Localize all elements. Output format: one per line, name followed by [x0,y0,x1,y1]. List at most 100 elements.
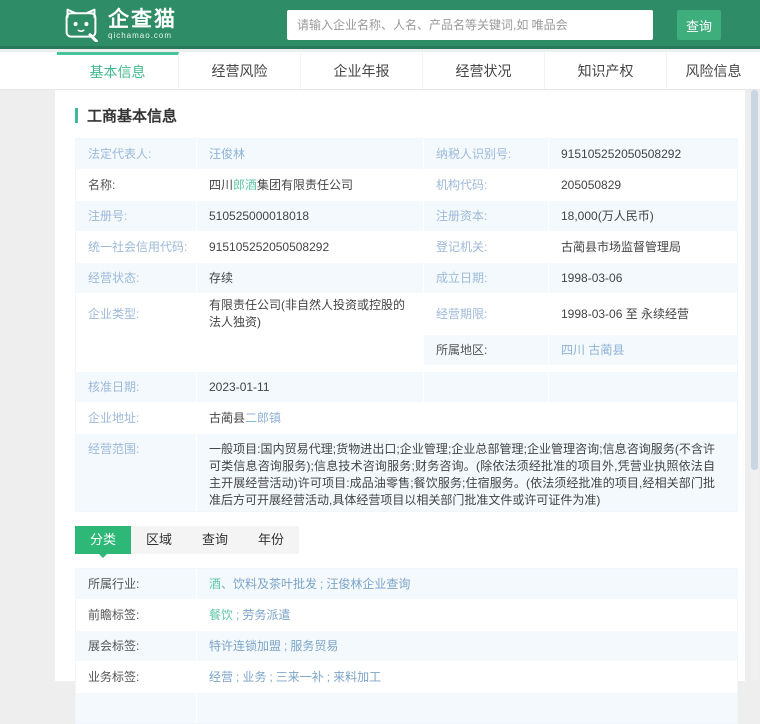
tab-basic-info[interactable]: 基本信息 [57,52,180,89]
industry-link[interactable]: 、饮料及茶叶批发 [221,576,317,593]
business-tag-link[interactable]: 经营 [209,669,233,686]
search-input[interactable] [287,10,653,40]
address-text: 古蔺县 [209,410,246,425]
subtab-query[interactable]: 查询 [187,526,243,554]
title-accent-bar [75,108,78,123]
company-name-prefix: 四川 [209,177,234,192]
business-tag-link[interactable]: 三来一补 [276,669,324,686]
tab-annual-report[interactable]: 企业年报 [301,52,424,89]
label-org-code: 机构代码: [424,170,548,200]
search-bar: 查询 [287,10,721,40]
empty-cell [549,372,737,402]
subtab-region[interactable]: 区域 [131,526,187,554]
value-foresight-tags: 餐饮; 劳务派遣 [197,600,737,630]
label-exhibition-tags: 展会标签: [76,631,196,661]
tab-risk-info[interactable]: 风险信息 [667,52,760,89]
tag-filter-tabs: 分类 区域 查询 年份 [75,526,300,558]
clipped-row-value [197,693,737,723]
label-registration-number: 注册号: [76,201,196,231]
value-company-type: 有限责任公司(非自然人投资或控股的法人独资) [197,294,423,334]
value-establish-date: 1998-03-06 [549,263,737,293]
value-taxpayer-id: 915105252050508292 [549,139,737,169]
vertical-scrollbar[interactable] [751,90,758,681]
company-name-keyword: 郎酒 [233,177,258,192]
value-registered-capital: 18,000(万人民币) [549,201,737,231]
value-company-name: 四川 郎酒 集团有限责任公司 [197,170,423,200]
subtab-year[interactable]: 年份 [243,526,299,554]
tab-operating-status[interactable]: 经营状况 [423,52,546,89]
scrollbar-thumb[interactable] [751,90,758,470]
separator: ; [236,669,240,684]
clipped-row-label [76,693,196,723]
app-header: 企查猫 qichamao.com 查询 [0,0,760,49]
label-taxpayer-id: 纳税人识别号: [424,139,548,169]
foresight-tag-link[interactable]: 劳务派遣 [242,607,290,624]
label-legal-representative: 法定代表人: [76,139,196,169]
empty-cell [76,335,196,365]
section-title-text: 工商基本信息 [87,108,178,125]
label-registered-capital: 注册资本: [424,201,548,231]
logo[interactable]: 企查猫 qichamao.com [62,6,177,42]
section-title: 工商基本信息 [75,105,745,126]
empty-cell [197,335,423,365]
value-business-tags: 经营; 业务; 三来一补; 来料加工 [197,662,737,692]
subtab-query-label: 查询 [202,532,229,547]
tab-intellectual-property[interactable]: 知识产权 [545,52,668,89]
active-subtab-caret-icon [99,554,107,558]
industry-person-link[interactable]: 汪俊林企业查询 [326,576,410,593]
separator: ; [326,669,331,684]
value-registration-number: 510525000018018 [197,201,423,231]
value-exhibition-tags: 特许连锁加盟; 服务贸易 [197,631,737,661]
exhibition-tag-link[interactable]: 服务贸易 [290,638,338,655]
value-operating-status: 存续 [197,263,423,293]
business-info-table: 法定代表人: 汪俊林 纳税人识别号: 915105252050508292 名称… [75,138,738,512]
tag-table: 所属行业: 酒、饮料及茶叶批发; 汪俊林企业查询 前瞻标签: 餐饮; 劳务派遣 展会… [75,568,738,724]
subtab-region-label: 区域 [146,532,173,547]
industry-keyword: 酒 [209,576,222,591]
search-button[interactable]: 查询 [677,10,721,40]
label-company-name: 名称: [76,170,196,200]
value-industry: 酒、饮料及茶叶批发; 汪俊林企业查询 [197,569,737,599]
logo-title: 企查猫 [108,7,177,31]
label-business-scope: 经营范围: [76,434,196,511]
label-company-type: 企业类型: [76,294,196,334]
value-credit-code: 915105252050508292 [197,232,423,262]
value-org-code: 205050829 [549,170,737,200]
separator: ; [269,669,273,684]
value-registration-authority: 古蔺县市场监督管理局 [549,232,737,262]
business-scope-text: 一般项目:国内贸易代理;货物进出口;企业管理;企业总部管理;企业管理咨询;信息咨… [209,442,715,507]
town-link[interactable]: 二郎镇 [245,410,281,427]
label-foresight-tags: 前瞻标签: [76,600,196,630]
subtab-category[interactable]: 分类 [75,526,132,558]
company-name-suffix: 集团有限责任公司 [257,177,354,192]
separator: ; [320,576,324,591]
primary-nav: 基本信息 经营风险 企业年报 经营状况 知识产权 风险信息 [0,52,760,90]
label-establish-date: 成立日期: [424,263,548,293]
region-link[interactable]: 四川 古蔺县 [561,342,624,359]
logo-subtitle: qichamao.com [108,30,173,40]
legal-representative-link[interactable]: 汪俊林 [209,146,245,163]
value-company-address: 古蔺县 二郎镇 [197,403,737,433]
business-tag-link[interactable]: 来料加工 [333,669,381,686]
subtab-category-label: 分类 [90,532,117,547]
value-business-scope: 一般项目:国内贸易代理;货物进出口;企业管理;企业总部管理;企业管理咨询;信息咨… [197,434,737,511]
tab-operating-risk[interactable]: 经营风险 [179,52,302,89]
separator: ; [236,607,240,622]
label-approval-date: 核准日期: [76,372,196,402]
label-region: 所属地区: [424,335,548,365]
value-business-term: 1998-03-06 至 永续经营 [549,294,737,334]
subtab-year-label: 年份 [258,532,285,547]
table-spacer [76,366,737,371]
empty-cell [424,372,548,402]
label-operating-status: 经营状态: [76,263,196,293]
exhibition-tag-link[interactable]: 特许连锁加盟 [209,638,281,655]
business-tag-link[interactable]: 业务 [242,669,266,686]
label-company-address: 企业地址: [76,403,196,433]
foresight-keyword: 餐饮 [209,607,234,622]
logo-cat-icon [65,8,98,42]
label-registration-authority: 登记机关: [424,232,548,262]
value-legal-representative: 汪俊林 [197,139,423,169]
value-region: 四川 古蔺县 [549,335,737,365]
label-business-term: 经营期限: [424,294,548,334]
separator: ; [284,638,288,653]
